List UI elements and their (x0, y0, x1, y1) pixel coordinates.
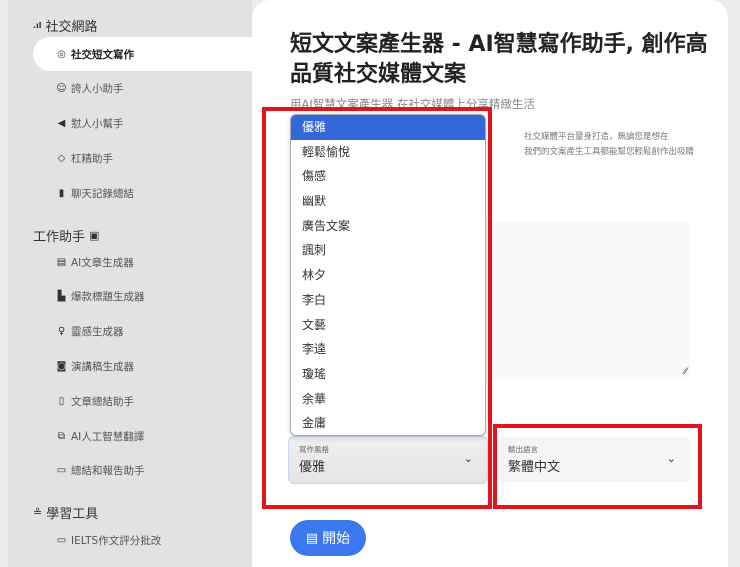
highlight-box-language (493, 424, 702, 509)
signal-icon: .ıl (33, 21, 42, 30)
sidebar-item-ielts[interactable]: ▭ IELTS作文評分批改 (33, 523, 252, 557)
smile-icon: ☺ (56, 82, 67, 94)
tag-icon: ◇ (57, 152, 66, 164)
portrait-icon: ▣ (89, 229, 100, 242)
sidebar-item-idea-gen[interactable]: ♀ 靈感生成器 (33, 314, 252, 348)
comment-icon: ▤ (305, 530, 319, 546)
speaker-icon: ◙ (56, 360, 67, 372)
sidebar-item-report[interactable]: ▭ 總結和報告助手 (33, 453, 252, 487)
sidebar-item-article-summary[interactable]: ▯ 文章總結助手 (33, 384, 252, 418)
lightbulb-icon: ♀ (57, 325, 66, 337)
sidebar-item-chat-summary[interactable]: ▮ 聊天記錄總結 (33, 176, 252, 210)
book-icon: ▮ (58, 187, 65, 199)
learning-icon: ≗ (33, 506, 43, 519)
sidebar-item-translate[interactable]: ⧉ AI人工智慧翻譯 (33, 419, 252, 453)
sidebar-item-social-writing[interactable]: ◎ 社交短文寫作 (33, 37, 252, 71)
sidebar-item-title-gen[interactable]: ▙ 爆款標題生成器 (33, 279, 252, 313)
document-icon: ▤ (56, 256, 67, 268)
section-learning: ≗ 學習工具 (33, 506, 99, 522)
sidebar-item-roast[interactable]: ◀ 懟人小幫手 (33, 106, 252, 140)
sidebar-item-article-gen[interactable]: ▤ AI文章生成器 (33, 245, 252, 279)
translate-icon: ⧉ (57, 430, 66, 442)
file-text-icon: ▯ (58, 395, 65, 407)
file-icon: ▙ (57, 290, 66, 302)
sidebar: .ıl 社交網路 ◎ 社交短文寫作 ☺ 誇人小助手 ◀ 懟人小幫手 ◇ 杠精助手 ▮ 聊天記… (8, 0, 252, 567)
megaphone-icon: ◀ (57, 117, 66, 129)
report-icon: ▭ (56, 464, 67, 476)
sidebar-item-speech-gen[interactable]: ◙ 演講稿生成器 (33, 349, 252, 383)
sidebar-item-praise[interactable]: ☺ 誇人小助手 (33, 71, 252, 105)
section-work: 工作助手 ▣ (33, 229, 100, 245)
resize-handle-icon[interactable]: ⁄⁄ (684, 367, 687, 377)
page-title: 短文文案產生器 - AI智慧寫作助手, 創作高品質社交媒體文案 (290, 32, 708, 87)
start-button[interactable]: ▤ 開始 (290, 520, 366, 556)
section-social: .ıl 社交網路 (33, 20, 98, 35)
instagram-icon: ◎ (57, 48, 66, 60)
sidebar-item-argue[interactable]: ◇ 杠精助手 (33, 141, 252, 175)
monitor-icon: ▭ (56, 534, 67, 546)
highlight-box-style (262, 107, 492, 509)
